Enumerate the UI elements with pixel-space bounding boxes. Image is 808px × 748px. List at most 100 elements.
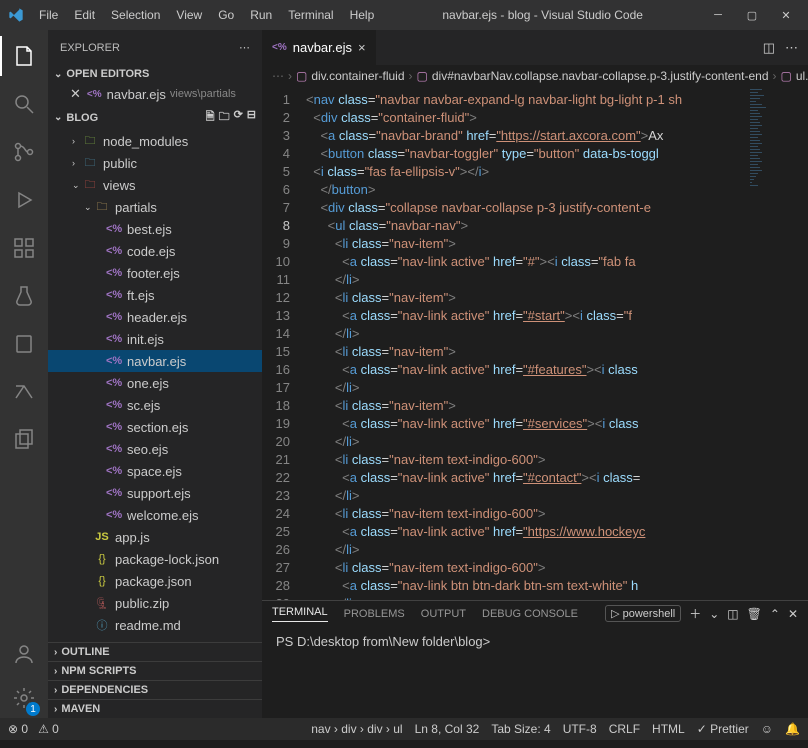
status-breadcrumb[interactable]: nav › div › div › ul — [311, 722, 402, 736]
new-folder-icon[interactable]: 🗀 — [219, 108, 230, 127]
section-maven[interactable]: ›MAVEN — [48, 699, 262, 718]
status-prettier[interactable]: ✓ Prettier — [697, 722, 749, 736]
status-encoding[interactable]: UTF-8 — [563, 722, 597, 736]
tree-welcome.ejs[interactable]: <%welcome.ejs — [48, 504, 262, 526]
run-debug-icon[interactable] — [0, 180, 48, 220]
tree-package.json[interactable]: {}package.json — [48, 570, 262, 592]
editor-area: <% navbar.ejs × ◫ ⋯ ⋯ › ▢ div.container-… — [262, 30, 808, 718]
menu-bar: FileEditSelectionViewGoRunTerminalHelp — [32, 4, 381, 26]
status-bar: ⊗ 0 ⚠ 0 nav › div › div › ul Ln 8, Col 3… — [0, 718, 808, 740]
status-language[interactable]: HTML — [652, 722, 685, 736]
tab-more-icon[interactable]: ⋯ — [785, 40, 798, 56]
collapse-icon[interactable]: ⊟ — [247, 108, 256, 127]
panel-tab-debug console[interactable]: DEBUG CONSOLE — [482, 608, 578, 620]
new-file-icon[interactable]: 🗎 — [206, 108, 215, 127]
tree-code.ejs[interactable]: <%code.ejs — [48, 240, 262, 262]
tree-init.ejs[interactable]: <%init.ejs — [48, 328, 262, 350]
minimap[interactable]: ▬▬▬▬▬▬▬▬▬▬▬▬▬▬▬▬▬▬▬▬▬▬▬▬▬▬▬▬▬▬▬▬▬▬▬▬▬▬▬▬… — [748, 87, 808, 287]
explorer-title: EXPLORER — [60, 42, 120, 54]
tree-header.ejs[interactable]: <%header.ejs — [48, 306, 262, 328]
close-button[interactable]: ✕ — [772, 4, 800, 26]
tree-public.zip[interactable]: 🗜public.zip — [48, 592, 262, 614]
extensions-icon[interactable] — [0, 228, 48, 268]
status-eol[interactable]: CRLF — [609, 722, 640, 736]
tree-public[interactable]: ›🗀public — [48, 152, 262, 174]
status-bell-icon[interactable]: 🔔 — [785, 722, 800, 736]
menu-run[interactable]: Run — [243, 4, 279, 26]
line-gutter: 1234567891011121314151617181920212223242… — [262, 87, 302, 600]
tree-sc.ejs[interactable]: <%sc.ejs — [48, 394, 262, 416]
tab-navbar[interactable]: <% navbar.ejs × — [262, 30, 376, 65]
tree-package-lock.json[interactable]: {}package-lock.json — [48, 548, 262, 570]
section-outline[interactable]: ›OUTLINE — [48, 642, 262, 661]
menu-view[interactable]: View — [169, 4, 209, 26]
search-icon[interactable] — [0, 84, 48, 124]
window-title: navbar.ejs - blog - Visual Studio Code — [381, 8, 704, 22]
project-section[interactable]: ⌄BLOG 🗎 🗀 ⟳ ⊟ — [48, 105, 262, 130]
menu-file[interactable]: File — [32, 4, 65, 26]
status-position[interactable]: Ln 8, Col 32 — [415, 722, 480, 736]
tree-readme.md[interactable]: ⓘreadme.md — [48, 614, 262, 636]
trash-icon[interactable]: 🗑 — [747, 607, 762, 621]
split-terminal-icon[interactable]: ◫ — [727, 607, 738, 621]
tree-space.ejs[interactable]: <%space.ejs — [48, 460, 262, 482]
tree-navbar.ejs[interactable]: <%navbar.ejs — [48, 350, 262, 372]
maximize-button[interactable]: ▢ — [738, 4, 766, 26]
close-tab-icon[interactable]: × — [358, 40, 366, 55]
bottom-panel: TERMINAL PROBLEMS OUTPUT DEBUG CONSOLE ▷ po… — [262, 600, 808, 718]
files-icon[interactable] — [0, 420, 48, 460]
editor-tabs: <% navbar.ejs × ◫ ⋯ — [262, 30, 808, 65]
explorer-icon[interactable] — [0, 36, 48, 76]
tree-best.ejs[interactable]: <%best.ejs — [48, 218, 262, 240]
menu-go[interactable]: Go — [211, 4, 241, 26]
panel-tab-terminal[interactable]: TERMINAL — [272, 606, 328, 622]
section-npm-scripts[interactable]: ›NPM SCRIPTS — [48, 661, 262, 680]
menu-edit[interactable]: Edit — [67, 4, 102, 26]
testing-icon[interactable] — [0, 276, 48, 316]
panel-tab-problems[interactable]: PROBLEMS — [344, 608, 405, 620]
panel-tab-output[interactable]: OUTPUT — [421, 608, 466, 620]
tree-views[interactable]: ⌄🗀views — [48, 174, 262, 196]
terminal-shell-select[interactable]: ▷ powershell — [605, 605, 681, 622]
tree-app.js[interactable]: JSapp.js — [48, 526, 262, 548]
explorer-sidebar: EXPLORER ⋯ ⌄OPEN EDITORS ✕ <% navbar.ejs… — [48, 30, 262, 718]
minimize-button[interactable]: ─ — [704, 4, 732, 26]
status-warnings[interactable]: ⚠ 0 — [38, 722, 59, 736]
section-dependencies[interactable]: ›DEPENDENCIES — [48, 680, 262, 699]
open-editor-item[interactable]: ✕ <% navbar.ejs views\partials — [48, 83, 262, 105]
source-control-icon[interactable] — [0, 132, 48, 172]
tree-footer.ejs[interactable]: <%footer.ejs — [48, 262, 262, 284]
explorer-more-icon[interactable]: ⋯ — [239, 41, 250, 54]
bookmark-icon[interactable] — [0, 324, 48, 364]
status-tabsize[interactable]: Tab Size: 4 — [491, 722, 550, 736]
tree-partials[interactable]: ⌄🗀partials — [48, 196, 262, 218]
terminal-dropdown-icon[interactable]: ⌄ — [709, 607, 719, 621]
panel-chevron-icon[interactable]: ⌃ — [770, 607, 780, 621]
tree-one.ejs[interactable]: <%one.ejs — [48, 372, 262, 394]
status-feedback-icon[interactable]: ☺ — [761, 722, 773, 736]
split-editor-icon[interactable]: ◫ — [763, 40, 775, 56]
activity-bar — [0, 30, 48, 718]
menu-terminal[interactable]: Terminal — [281, 4, 340, 26]
menu-help[interactable]: Help — [343, 4, 382, 26]
terminal-body[interactable]: PS D:\desktop from\New folder\blog> — [262, 626, 808, 718]
open-editors-section[interactable]: ⌄OPEN EDITORS — [48, 65, 262, 83]
code-editor[interactable]: <nav class="navbar navbar-expand-lg navb… — [302, 87, 808, 600]
account-icon[interactable] — [0, 634, 48, 674]
title-bar: FileEditSelectionViewGoRunTerminalHelp n… — [0, 0, 808, 30]
tree-section.ejs[interactable]: <%section.ejs — [48, 416, 262, 438]
new-terminal-icon[interactable]: ＋ — [689, 605, 701, 622]
tree-ft.ejs[interactable]: <%ft.ejs — [48, 284, 262, 306]
vscode-icon — [8, 7, 24, 23]
status-errors[interactable]: ⊗ 0 — [8, 722, 28, 736]
settings-icon[interactable]: 1 — [0, 678, 48, 718]
tree-seo.ejs[interactable]: <%seo.ejs — [48, 438, 262, 460]
tree-node_modules[interactable]: ›🗀node_modules — [48, 130, 262, 152]
menu-selection[interactable]: Selection — [104, 4, 167, 26]
tree-support.ejs[interactable]: <%support.ejs — [48, 482, 262, 504]
refresh-icon[interactable]: ⟳ — [234, 108, 243, 127]
misc-icon[interactable] — [0, 372, 48, 412]
file-tree: ›🗀node_modules›🗀public⌄🗀views⌄🗀partials<… — [48, 130, 262, 636]
panel-close-icon[interactable]: ✕ — [788, 607, 798, 621]
breadcrumb[interactable]: ⋯ › ▢ div.container-fluid › ▢ div#navbar… — [262, 65, 808, 87]
